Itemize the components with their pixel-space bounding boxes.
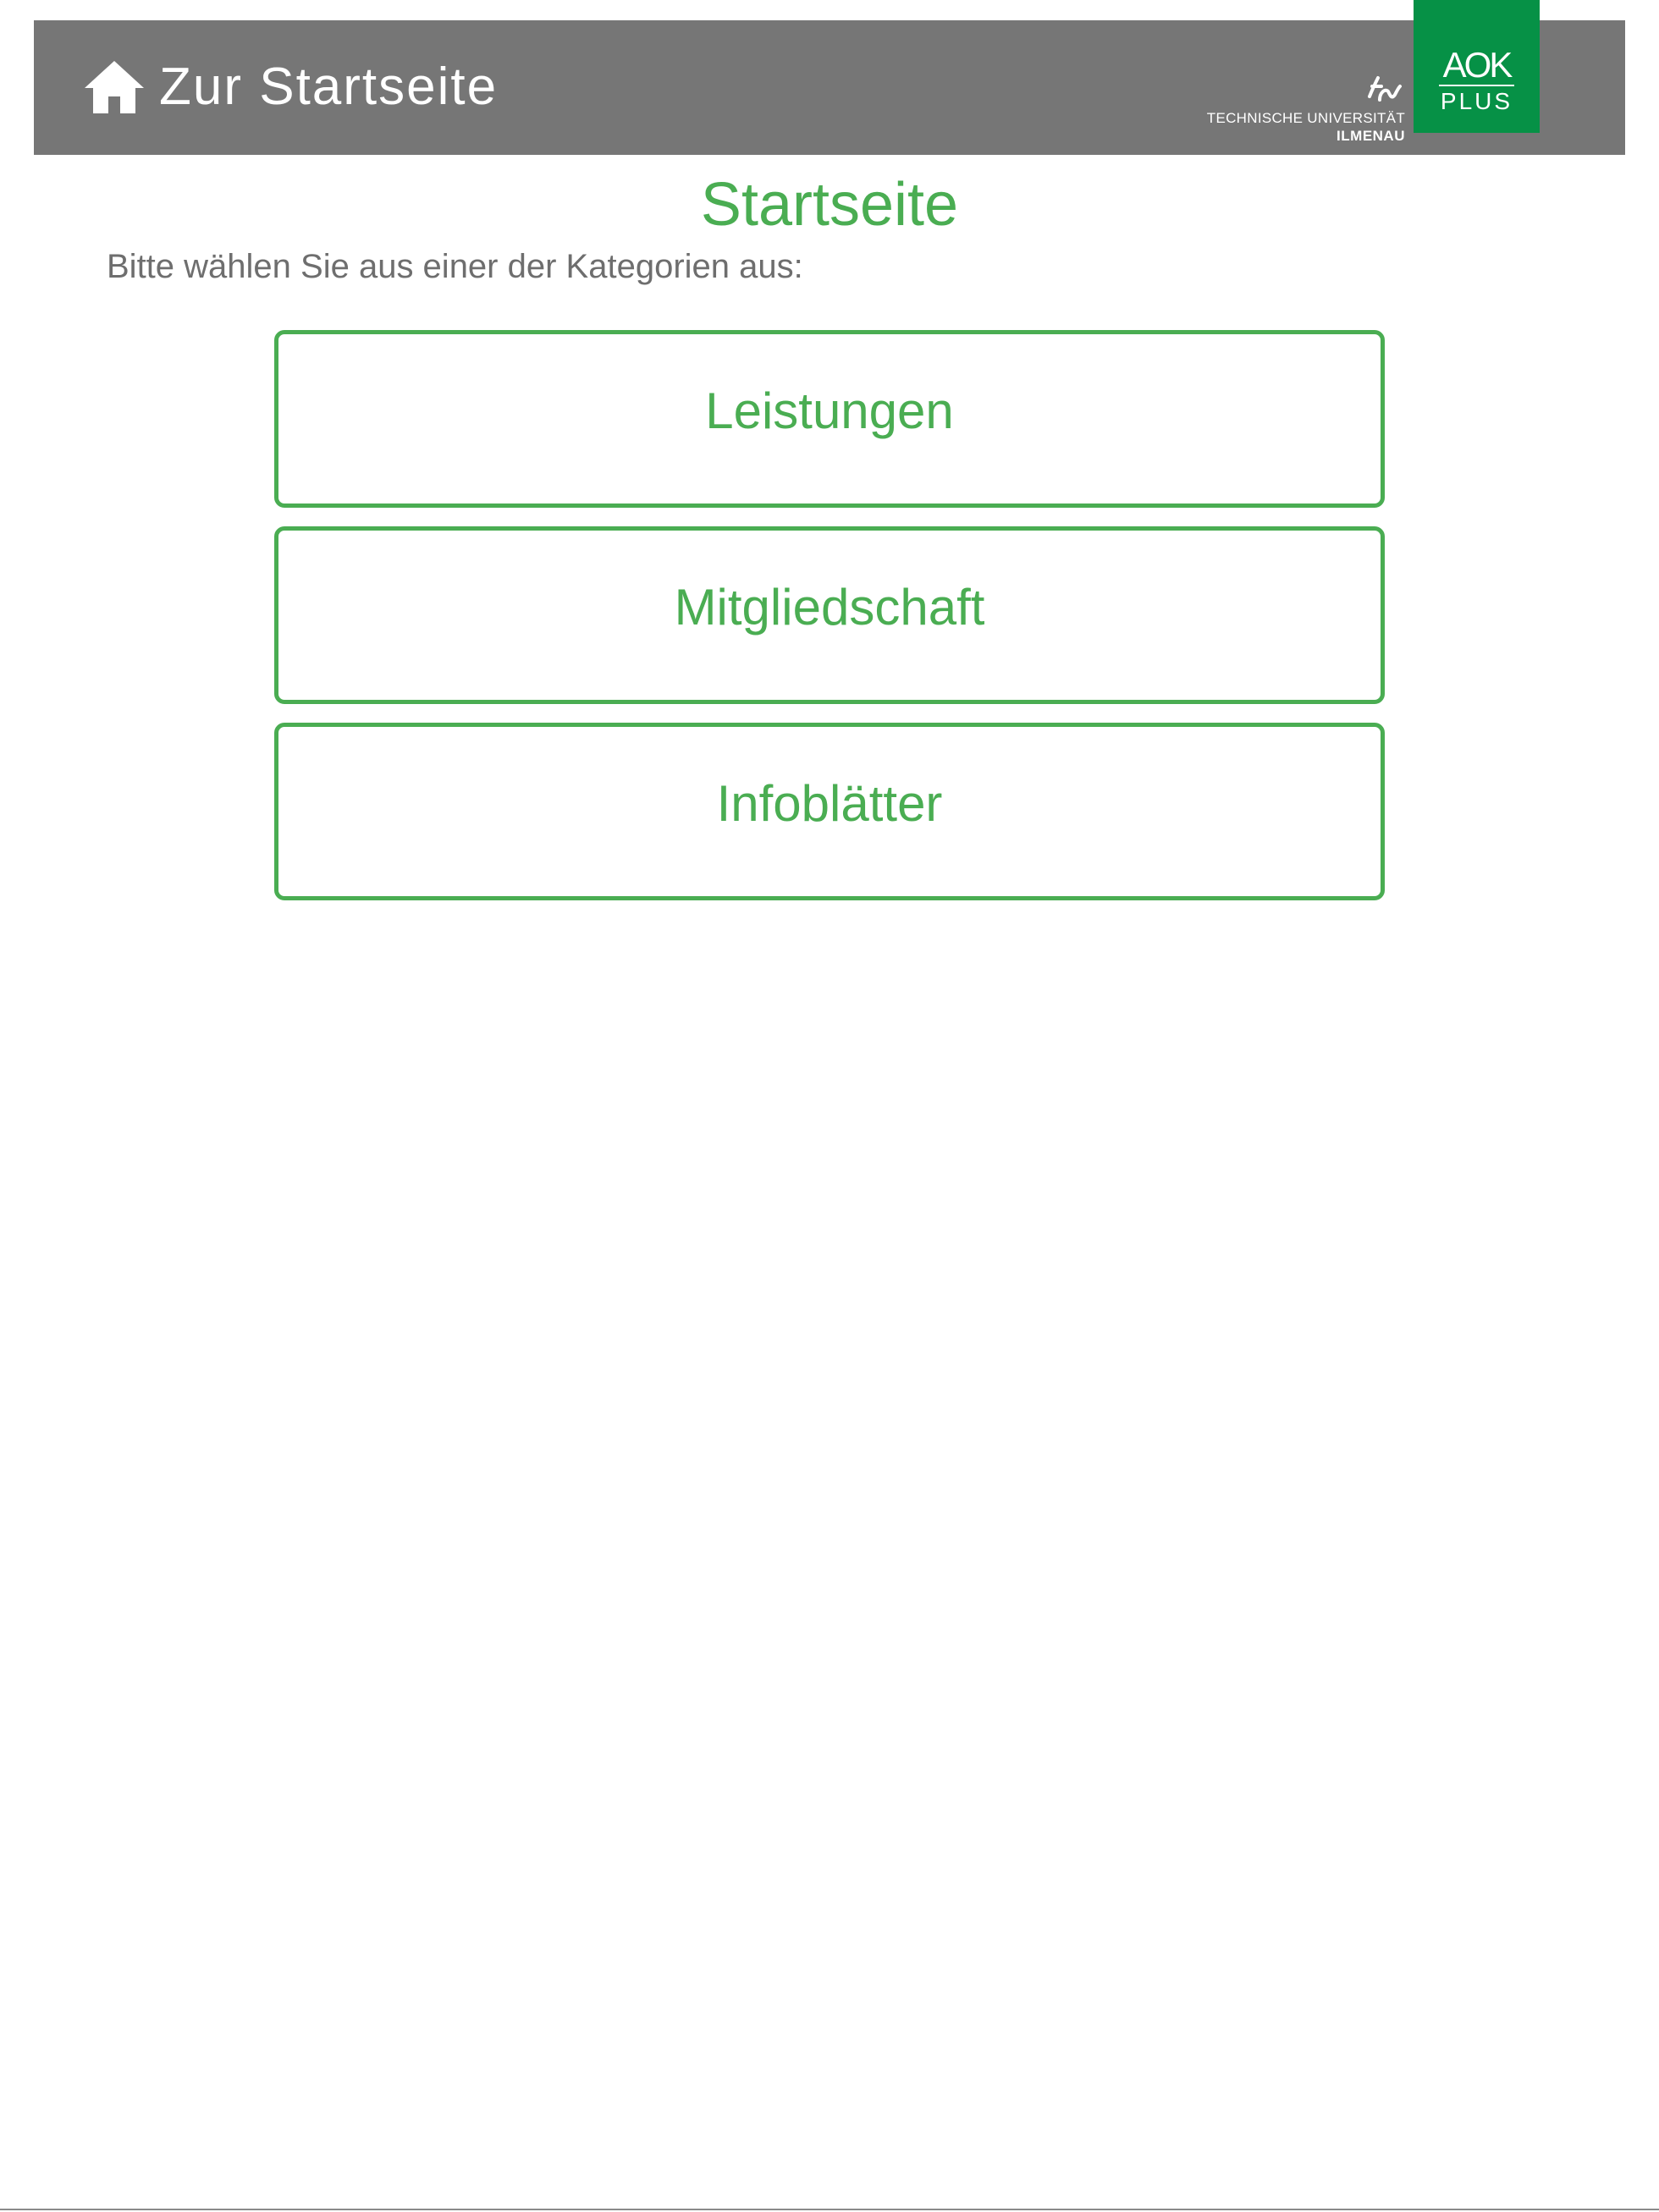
bottom-divider <box>0 2209 1659 2210</box>
tu-signature-mark <box>1368 76 1402 102</box>
aok-logo-top: AOK <box>1442 45 1513 85</box>
home-link-label: Zur Startseite <box>159 58 499 116</box>
tu-logo-line2: ILMENAU <box>1337 128 1405 144</box>
page: Zur Startseite TECHNISCHE UNIVERSITÄT IL… <box>0 0 1659 2212</box>
category-button-infoblaetter[interactable]: Infoblätter <box>274 723 1385 900</box>
category-button-mitgliedschaft[interactable]: Mitgliedschaft <box>274 526 1385 704</box>
aok-logo-divider <box>1439 85 1514 86</box>
page-title: Startseite <box>700 171 959 239</box>
tu-logo-line1: TECHNISCHE UNIVERSITÄT <box>1206 110 1405 126</box>
category-button-leistungen[interactable]: Leistungen <box>274 330 1385 508</box>
aok-logo-bottom: PLUS <box>1440 88 1513 114</box>
header-bar: Zur Startseite TECHNISCHE UNIVERSITÄT IL… <box>34 20 1625 155</box>
house-icon <box>85 61 144 113</box>
home-link[interactable]: Zur Startseite <box>83 49 498 125</box>
tu-ilmenau-logo: TECHNISCHE UNIVERSITÄT ILMENAU <box>1200 71 1405 156</box>
instruction-text: Bitte wählen Sie aus einer der Kategorie… <box>107 248 803 285</box>
aok-plus-logo: AOK PLUS <box>1414 0 1540 133</box>
category-list: Leistungen Mitgliedschaft Infoblätter <box>274 330 1385 919</box>
